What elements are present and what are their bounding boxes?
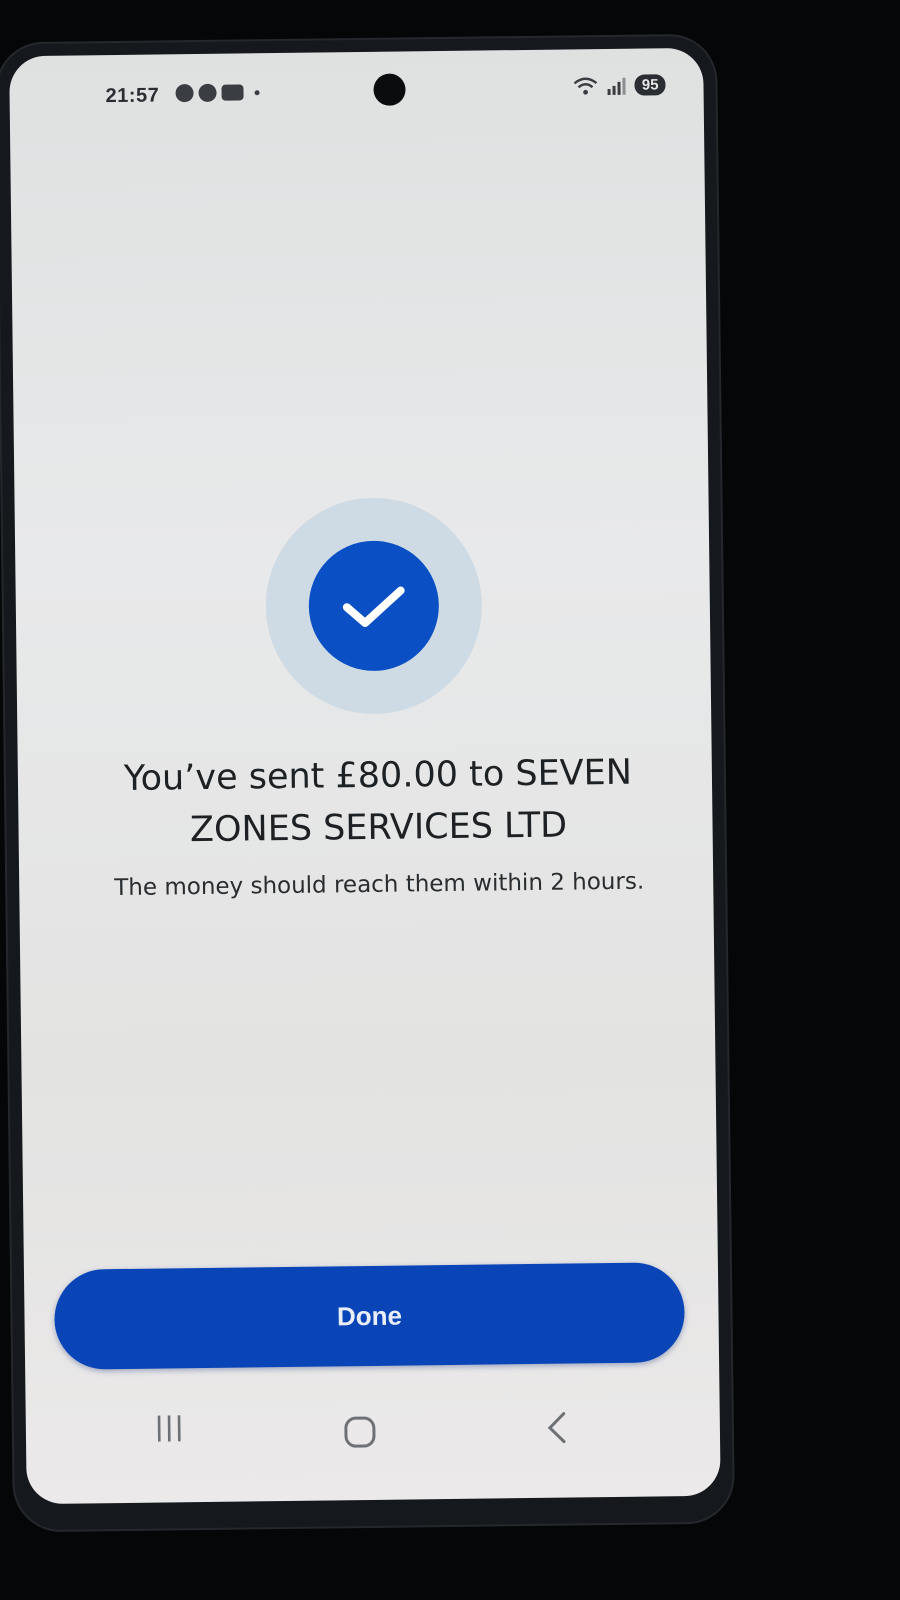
done-button[interactable]: Done bbox=[53, 1262, 686, 1370]
confirmation-subtitle: The money should reach them within 2 hou… bbox=[114, 868, 645, 902]
status-time: 21:57 bbox=[105, 84, 160, 108]
settings-notification-icon bbox=[175, 84, 194, 103]
app-screen: 21:57 95 You’ve sent £80.00 to SEVEN ZON… bbox=[9, 47, 721, 1505]
phone-frame: 21:57 95 You’ve sent £80.00 to SEVEN ZON… bbox=[0, 35, 734, 1531]
checkmark-icon bbox=[342, 586, 405, 627]
success-icon-halo bbox=[264, 496, 484, 716]
success-icon-circle bbox=[308, 540, 440, 672]
dot-icon bbox=[254, 89, 260, 95]
app-notification-icon bbox=[198, 83, 217, 102]
recents-icon[interactable] bbox=[152, 1412, 188, 1444]
home-icon[interactable] bbox=[342, 1414, 378, 1450]
back-icon[interactable] bbox=[542, 1410, 572, 1446]
wifi-icon bbox=[574, 77, 598, 95]
system-navigation-bar bbox=[25, 1388, 720, 1476]
signal-icon bbox=[607, 77, 626, 95]
front-camera bbox=[373, 73, 406, 106]
confirmation-title: You’ve sent £80.00 to SEVEN ZONES SERVIC… bbox=[123, 752, 633, 851]
notification-icons bbox=[175, 83, 260, 103]
battery-icon: 95 bbox=[634, 74, 666, 96]
status-bar: 21:57 95 bbox=[9, 48, 704, 112]
system-status-icons: 95 bbox=[573, 74, 666, 96]
youtube-notification-icon bbox=[221, 84, 244, 101]
